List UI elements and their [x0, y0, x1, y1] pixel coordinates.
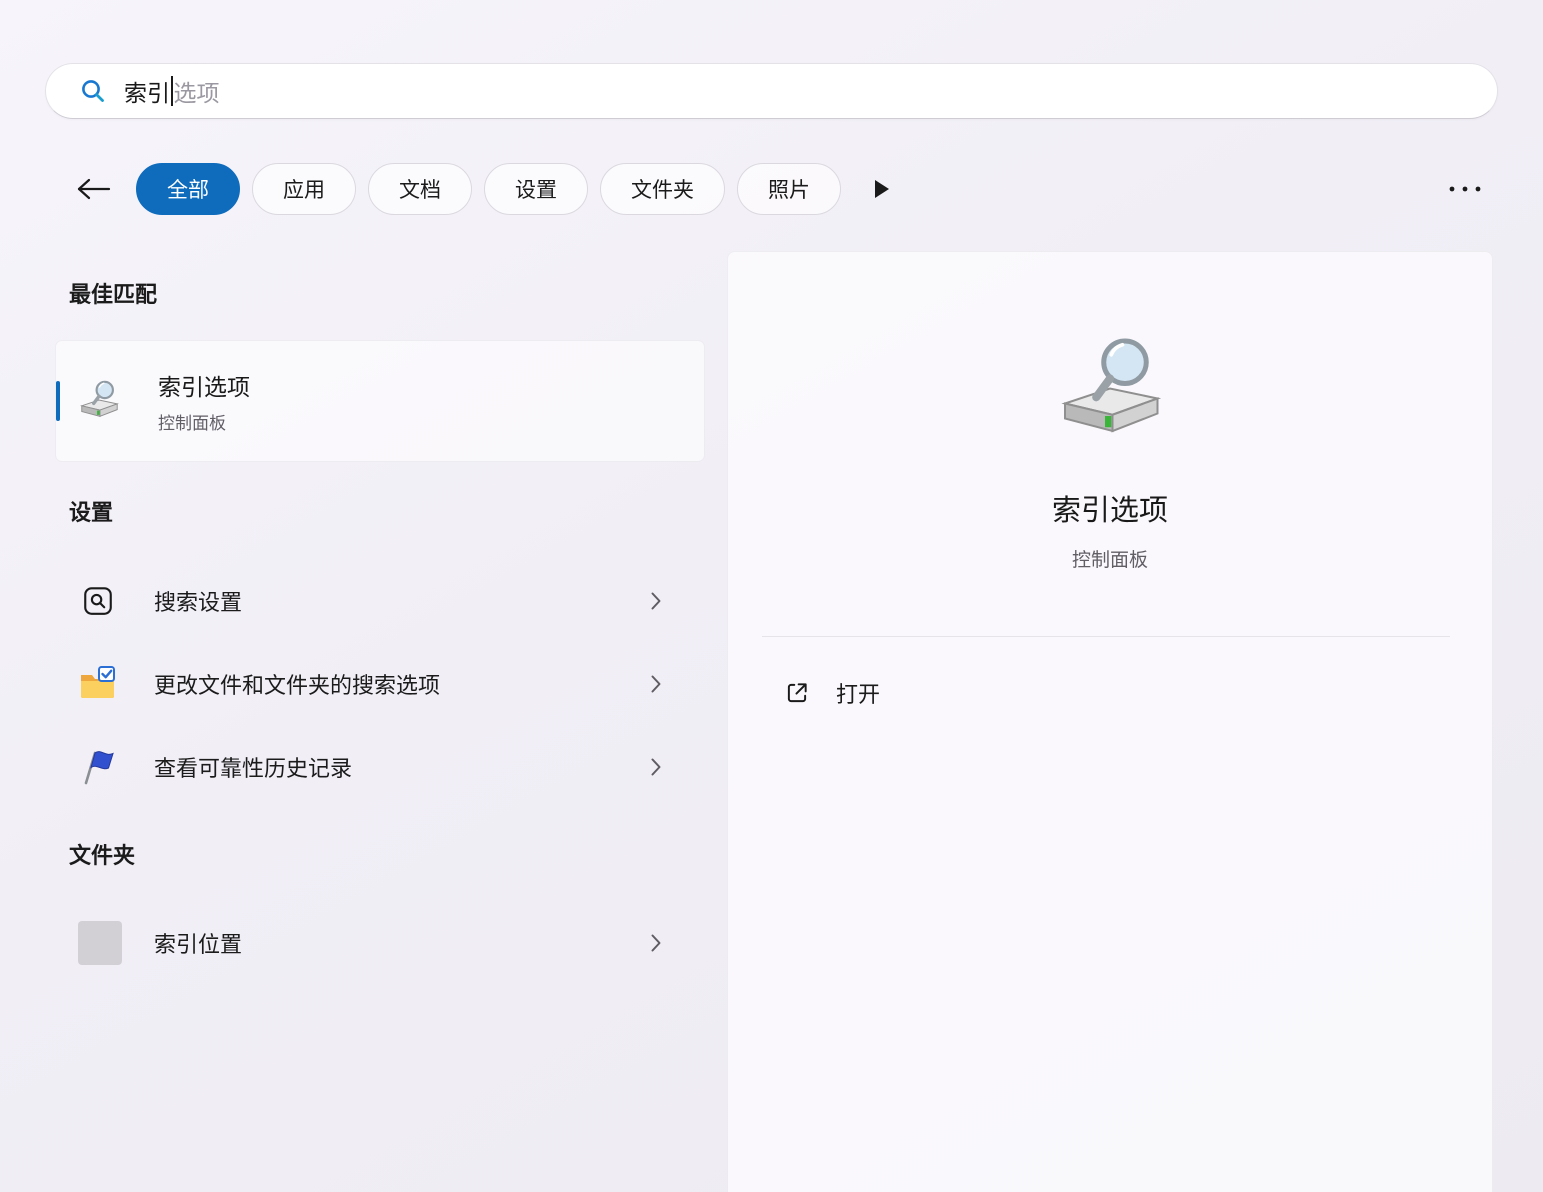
- filter-pill-all[interactable]: 全部: [136, 163, 240, 215]
- search-query-text: 索引: [124, 80, 170, 106]
- search-input[interactable]: 索引 选项: [45, 63, 1498, 119]
- open-action-label: 打开: [836, 682, 881, 707]
- settings-section-heading: 设置: [69, 500, 114, 525]
- reliability-flag-icon: [78, 747, 118, 787]
- result-item-index-locations[interactable]: 索引位置: [55, 901, 705, 984]
- filter-bar: 全部 应用 文档 设置 文件夹 照片: [0, 162, 1543, 216]
- search-flyout-window: 索引 选项 全部 应用 文档 设置 文件夹 照片 最佳匹配 索引选项 控制面板 …: [0, 0, 1543, 1192]
- filter-pill-documents[interactable]: 文档: [368, 163, 472, 215]
- result-item-folder-search-options[interactable]: 更改文件和文件夹的搜索选项: [55, 642, 705, 725]
- chevron-right-icon: [650, 591, 662, 611]
- expand-filters-button[interactable]: [867, 174, 897, 204]
- preview-title: 索引选项: [1051, 495, 1168, 527]
- back-arrow-icon: [74, 177, 112, 201]
- divider: [762, 636, 1450, 637]
- result-item-reliability-history[interactable]: 查看可靠性历史记录: [55, 725, 705, 808]
- filter-pill-photos[interactable]: 照片: [737, 163, 841, 215]
- preview-panel: 索引选项 控制面板 打开: [727, 251, 1493, 1192]
- folder-search-options-icon: [78, 664, 118, 704]
- preview-subtitle: 控制面板: [1071, 550, 1148, 571]
- play-icon: [875, 180, 889, 198]
- search-icon: [79, 77, 107, 105]
- best-match-item[interactable]: 索引选项 控制面板: [55, 340, 705, 462]
- filter-pills: 全部 应用 文档 设置 文件夹 照片: [136, 163, 841, 215]
- result-item-label: 更改文件和文件夹的搜索选项: [154, 672, 441, 698]
- folders-section-heading: 文件夹: [69, 843, 136, 868]
- indexing-options-icon: [76, 378, 122, 424]
- ellipsis-icon: [1448, 185, 1482, 193]
- best-match-subtitle: 控制面板: [158, 414, 226, 433]
- filter-pill-settings[interactable]: 设置: [484, 163, 588, 215]
- best-match-text: 索引选项 控制面板: [158, 368, 250, 434]
- chevron-right-icon: [650, 674, 662, 694]
- settings-result-list: 搜索设置 更改文件和文件夹的搜索选项 查看可靠性历史记录: [55, 559, 705, 808]
- folder-placeholder-icon: [78, 920, 122, 965]
- search-settings-icon: [78, 581, 118, 621]
- search-suggestion-text: 选项: [173, 80, 220, 106]
- open-action[interactable]: 打开: [728, 677, 880, 709]
- results-panel: 最佳匹配 索引选项 控制面板 设置 搜索设置 更改文件和文件夹的搜索选项 查看可…: [55, 251, 705, 984]
- filter-pill-apps[interactable]: 应用: [252, 163, 356, 215]
- result-item-label: 查看可靠性历史记录: [154, 755, 353, 781]
- best-match-heading: 最佳匹配: [69, 282, 158, 307]
- best-match-title: 索引选项: [158, 374, 250, 400]
- result-item-label: 索引位置: [154, 931, 243, 957]
- selection-accent-bar: [56, 381, 60, 421]
- indexing-options-icon-large: [1050, 331, 1170, 451]
- result-item-search-settings[interactable]: 搜索设置: [55, 559, 705, 642]
- filter-pill-folders[interactable]: 文件夹: [600, 163, 725, 215]
- more-options-button[interactable]: [1445, 173, 1485, 205]
- folders-result-list: 索引位置: [55, 901, 705, 984]
- chevron-right-icon: [650, 757, 662, 777]
- text-caret: [171, 76, 173, 106]
- chevron-right-icon: [650, 933, 662, 953]
- back-button[interactable]: [70, 169, 116, 209]
- open-external-icon: [784, 680, 810, 706]
- result-item-label: 搜索设置: [154, 589, 243, 615]
- search-text: 索引 选项: [124, 74, 220, 108]
